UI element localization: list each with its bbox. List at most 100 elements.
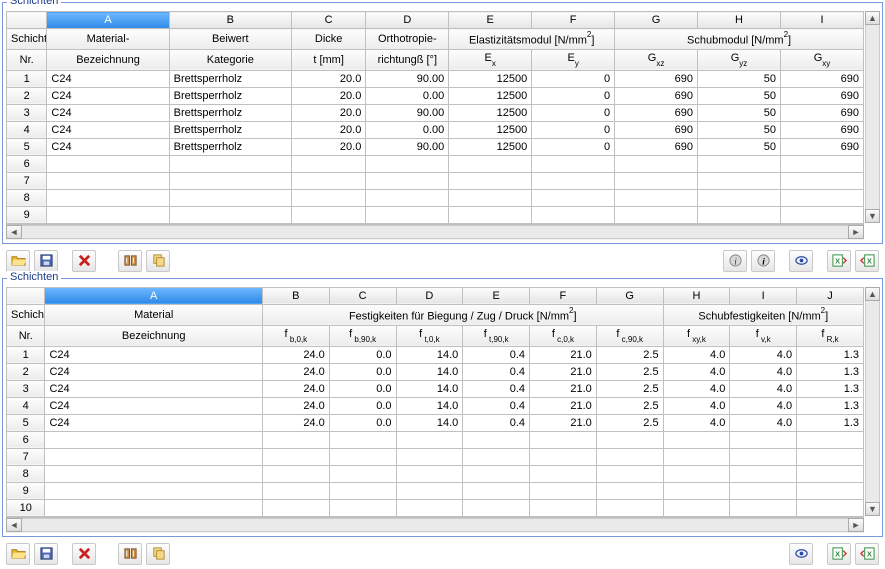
row-header[interactable]: 4: [7, 121, 47, 138]
hscroll-1[interactable]: ◄ ►: [6, 224, 864, 240]
cell-fb90[interactable]: [329, 448, 396, 465]
cell-fr[interactable]: 1.3: [797, 397, 864, 414]
info-button[interactable]: i: [723, 250, 747, 272]
cell-ft0[interactable]: 14.0: [396, 414, 463, 431]
cell-fc0[interactable]: [530, 465, 597, 482]
table-row[interactable]: 6: [7, 155, 864, 172]
cell-gyz[interactable]: 50: [698, 87, 781, 104]
table-row[interactable]: 8: [7, 465, 864, 482]
scroll-track[interactable]: [22, 518, 848, 532]
excel-export-button[interactable]: X: [827, 543, 851, 565]
library-button[interactable]: [118, 250, 142, 272]
cell-fr[interactable]: [797, 448, 864, 465]
scroll-down-icon[interactable]: ▼: [865, 502, 880, 516]
table-row[interactable]: 9: [7, 482, 864, 499]
cell-kategorie[interactable]: Brettsperrholz: [169, 121, 291, 138]
cell-ex[interactable]: [449, 206, 532, 223]
cell-ey[interactable]: 0: [532, 70, 615, 87]
cell-kategorie[interactable]: Brettsperrholz: [169, 70, 291, 87]
cell-material[interactable]: C24: [45, 414, 263, 431]
cell-gxy[interactable]: 690: [780, 121, 863, 138]
cell-material[interactable]: [45, 448, 263, 465]
cell-kategorie[interactable]: [169, 155, 291, 172]
cell-ortho[interactable]: [366, 155, 449, 172]
cell-material[interactable]: C24: [45, 397, 263, 414]
cell-t[interactable]: [291, 172, 365, 189]
cell-fv[interactable]: 4.0: [730, 346, 797, 363]
table-row[interactable]: 3C24Brettsperrholz20.090.001250006905069…: [7, 104, 864, 121]
cell-fv[interactable]: [730, 499, 797, 516]
cell-gxy[interactable]: 690: [780, 104, 863, 121]
scroll-left-icon[interactable]: ◄: [6, 518, 22, 532]
cell-material[interactable]: [45, 482, 263, 499]
row-header[interactable]: 10: [7, 499, 45, 516]
cell-ft90[interactable]: 0.4: [463, 346, 530, 363]
row-header[interactable]: 7: [7, 172, 47, 189]
col2-B[interactable]: B: [262, 287, 329, 304]
row-header[interactable]: 9: [7, 482, 45, 499]
cell-ortho[interactable]: 90.00: [366, 70, 449, 87]
col2-J[interactable]: J: [797, 287, 864, 304]
cell-fb90[interactable]: [329, 431, 396, 448]
cell-fc0[interactable]: 21.0: [530, 414, 597, 431]
open-button[interactable]: [6, 543, 30, 565]
cell-gyz[interactable]: 50: [698, 121, 781, 138]
cell-material[interactable]: C24: [47, 70, 169, 87]
cell-fb90[interactable]: [329, 482, 396, 499]
cell-ex[interactable]: 12500: [449, 87, 532, 104]
table-row[interactable]: 10: [7, 499, 864, 516]
table-row[interactable]: 2C24Brettsperrholz20.00.0012500069050690: [7, 87, 864, 104]
cell-fb90[interactable]: 0.0: [329, 397, 396, 414]
cell-fc0[interactable]: 21.0: [530, 346, 597, 363]
cell-t[interactable]: 20.0: [291, 121, 365, 138]
cell-material[interactable]: [45, 499, 263, 516]
cell-ft90[interactable]: 0.4: [463, 414, 530, 431]
cell-gxz[interactable]: [615, 172, 698, 189]
cell-fb0[interactable]: 24.0: [262, 414, 329, 431]
col-A[interactable]: A: [47, 12, 169, 29]
cell-gyz[interactable]: [698, 189, 781, 206]
cell-fc90[interactable]: [596, 482, 663, 499]
row-header[interactable]: 3: [7, 380, 45, 397]
cell-ey[interactable]: 0: [532, 138, 615, 155]
cell-fxy[interactable]: [663, 431, 730, 448]
table-row[interactable]: 1C24Brettsperrholz20.090.001250006905069…: [7, 70, 864, 87]
cell-ft0[interactable]: 14.0: [396, 397, 463, 414]
cell-gxy[interactable]: [780, 155, 863, 172]
cell-material[interactable]: C24: [47, 87, 169, 104]
cell-ft0[interactable]: 14.0: [396, 346, 463, 363]
cell-gxz[interactable]: 690: [615, 121, 698, 138]
excel-import-button[interactable]: X: [855, 543, 879, 565]
table-row[interactable]: 4C2424.00.014.00.421.02.54.04.01.3: [7, 397, 864, 414]
cell-ey[interactable]: 0: [532, 87, 615, 104]
delete-button[interactable]: [72, 543, 96, 565]
cell-fxy[interactable]: 4.0: [663, 346, 730, 363]
cell-fb0[interactable]: [262, 448, 329, 465]
cell-fr[interactable]: [797, 499, 864, 516]
cell-gyz[interactable]: 50: [698, 138, 781, 155]
eye-button[interactable]: [789, 250, 813, 272]
cell-fv[interactable]: [730, 465, 797, 482]
cell-ex[interactable]: [449, 155, 532, 172]
cell-material[interactable]: [47, 155, 169, 172]
cell-ft90[interactable]: [463, 482, 530, 499]
cell-fc0[interactable]: [530, 482, 597, 499]
cell-fb0[interactable]: 24.0: [262, 397, 329, 414]
col-H[interactable]: H: [698, 12, 781, 29]
cell-fc0[interactable]: [530, 431, 597, 448]
excel-export-button[interactable]: X: [827, 250, 851, 272]
cell-gxz[interactable]: 690: [615, 70, 698, 87]
cell-ft90[interactable]: [463, 499, 530, 516]
cell-fb0[interactable]: [262, 465, 329, 482]
cell-fc90[interactable]: [596, 499, 663, 516]
row-header[interactable]: 2: [7, 87, 47, 104]
cell-fr[interactable]: [797, 465, 864, 482]
cell-t[interactable]: 20.0: [291, 87, 365, 104]
col2-E[interactable]: E: [463, 287, 530, 304]
cell-fb90[interactable]: 0.0: [329, 363, 396, 380]
cell-ortho[interactable]: 90.00: [366, 138, 449, 155]
cell-ft90[interactable]: [463, 448, 530, 465]
row-header[interactable]: 5: [7, 138, 47, 155]
cell-ortho[interactable]: [366, 206, 449, 223]
cell-ortho[interactable]: 0.00: [366, 121, 449, 138]
